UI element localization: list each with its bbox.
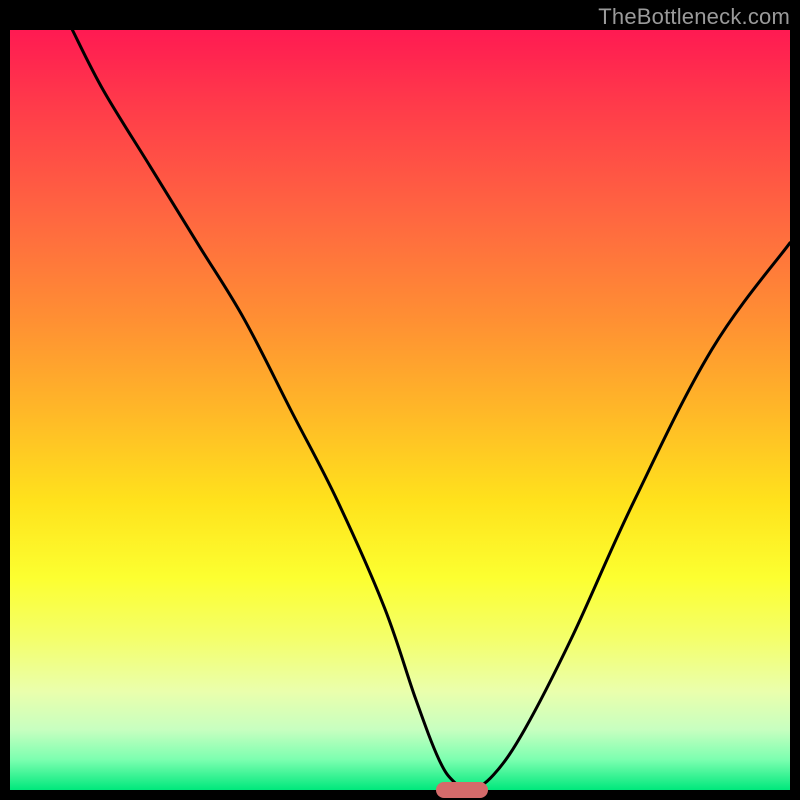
chart-frame: TheBottleneck.com (0, 0, 800, 800)
optimal-marker (436, 782, 488, 798)
plot-area (10, 30, 790, 790)
bottleneck-curve (10, 30, 790, 790)
watermark-text: TheBottleneck.com (598, 4, 790, 30)
